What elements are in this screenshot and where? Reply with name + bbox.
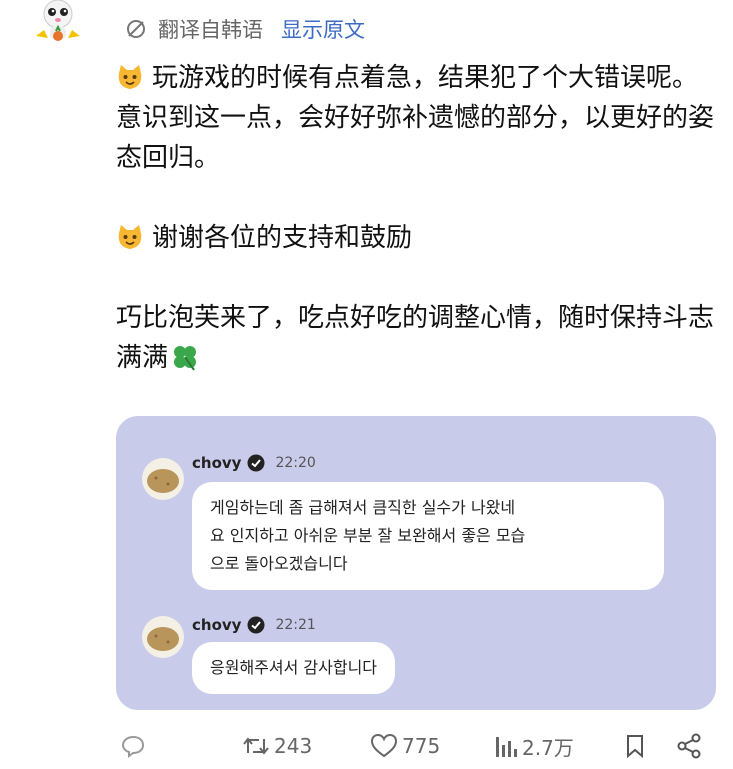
translate-icon — [127, 20, 145, 38]
message-bubble: 응원해주셔서 감사합니다 — [192, 642, 396, 694]
chat-screenshot-card[interactable]: chovy 22:20 게임하는데 좀 급해져서 큼직한 실수가 나왔네 요 인… — [116, 416, 716, 710]
post-paragraph-1: 玩游戏的时候有点着急，结果犯了个大错误呢。意识到这一点，会好好弥补遗憾的部分，以… — [116, 63, 715, 173]
verified-badge-icon — [247, 616, 265, 634]
message-header: chovy 22:21 — [192, 616, 316, 634]
views-bar-chart-icon — [496, 737, 517, 757]
action-bar: 243 775 2.7万 — [116, 728, 716, 764]
heart-icon — [370, 733, 398, 758]
avatar-character-icon — [36, 0, 80, 41]
message-header: chovy 22:20 — [192, 454, 316, 472]
retweet-icon — [243, 737, 269, 755]
share-button[interactable] — [676, 733, 702, 759]
post-text: 玩游戏的时候有点着急，结果犯了个大错误呢。意识到这一点，会好好弥补遗憾的部分，以… — [116, 58, 716, 378]
cat-face-icon — [118, 65, 142, 89]
message-time: 22:20 — [275, 455, 316, 471]
share-icon — [677, 733, 701, 759]
post-paragraph-3: 巧比泡芙来了，吃点好吃的调整心情，随时保持斗志满满 — [116, 303, 715, 373]
views-button[interactable]: 2.7万 — [494, 732, 574, 761]
like-button[interactable]: 775 — [370, 733, 440, 759]
verified-badge-icon — [247, 454, 265, 472]
translation-row: 翻译自韩语 显示原文 — [124, 14, 365, 44]
post-paragraph-2: 谢谢各位的支持和鼓励 — [116, 218, 716, 258]
reply-button[interactable] — [120, 733, 146, 759]
potato-avatar-icon — [142, 458, 184, 500]
translated-from-label: 翻译自韩语 — [158, 18, 263, 42]
cat-face-icon — [118, 225, 142, 249]
view-count: 2.7万 — [522, 735, 574, 760]
clover-icon — [174, 346, 197, 371]
like-count: 775 — [402, 734, 441, 758]
message-time: 22:21 — [275, 617, 316, 633]
sender-name: chovy — [192, 454, 242, 472]
message-bubble: 게임하는데 좀 급해져서 큼직한 실수가 나왔네 요 인지하고 아쉬운 부분 잘… — [192, 482, 664, 590]
sender-name: chovy — [192, 616, 242, 634]
show-original-link[interactable]: 显示原文 — [281, 14, 365, 44]
author-avatar[interactable] — [28, 0, 88, 50]
potato-avatar-icon — [142, 616, 184, 658]
retweet-button[interactable]: 243 — [242, 733, 312, 759]
bookmark-icon — [627, 735, 643, 759]
bookmark-button[interactable] — [624, 733, 646, 759]
retweet-count: 243 — [274, 734, 313, 758]
comment-bubble-icon — [121, 735, 145, 758]
